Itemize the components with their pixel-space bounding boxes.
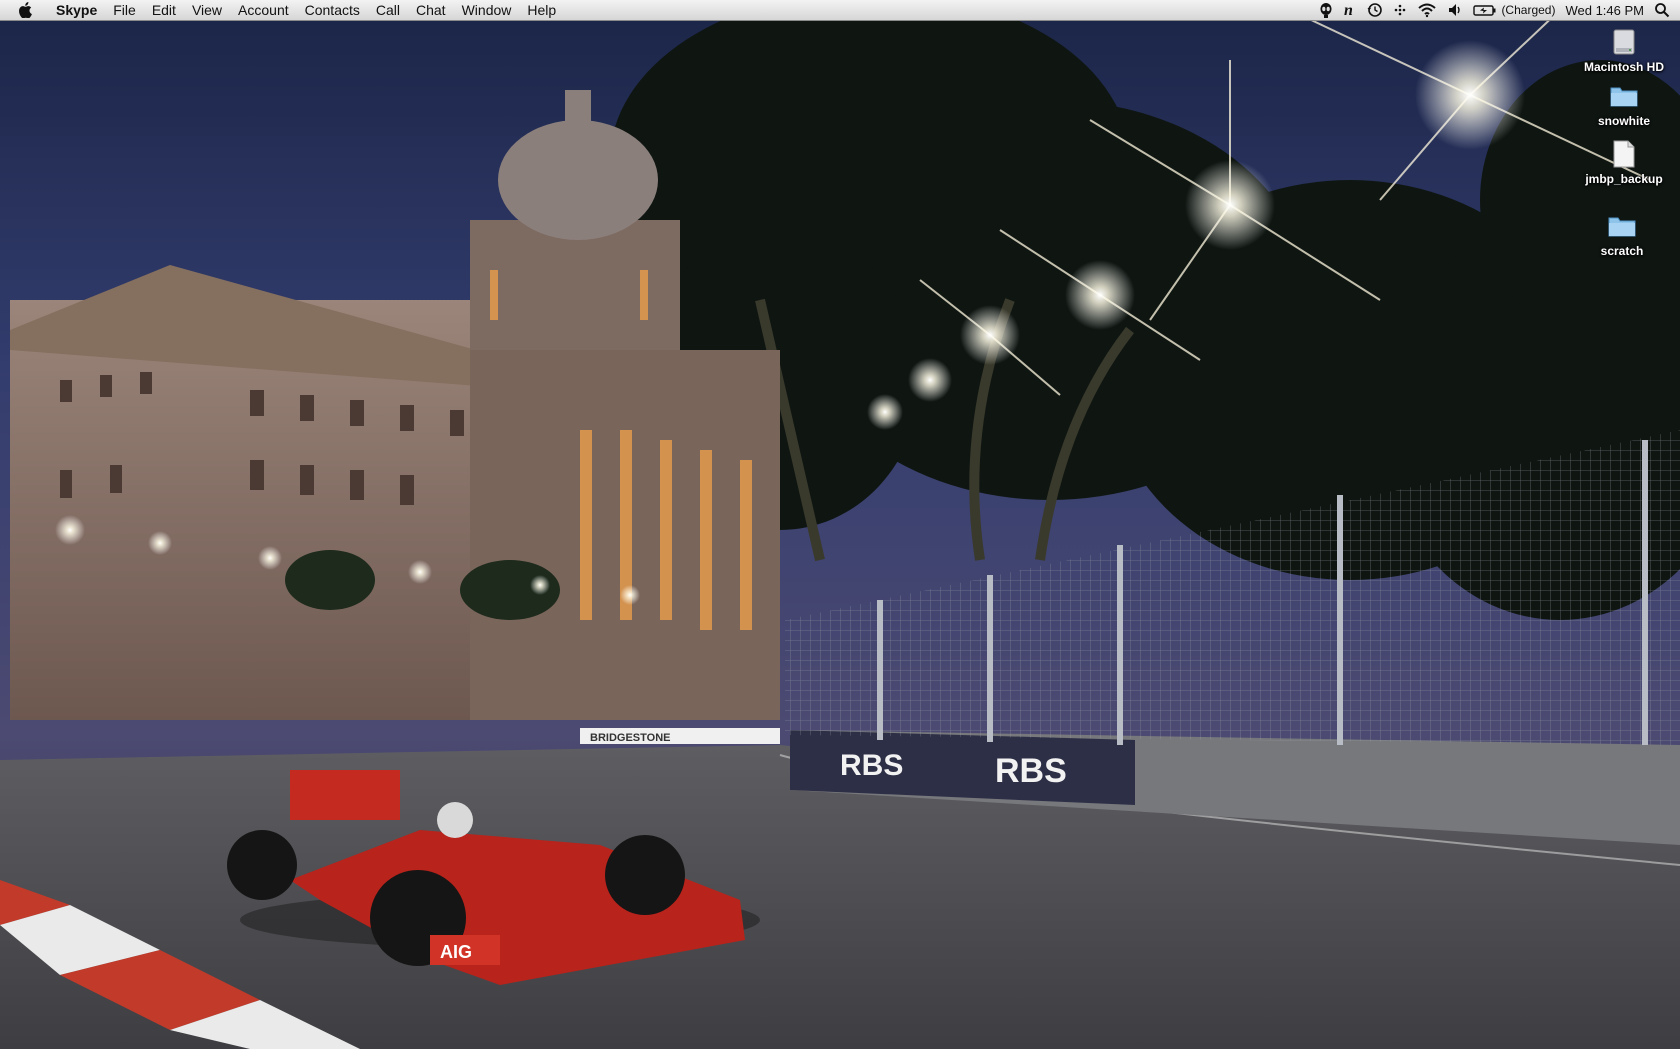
battery-icon[interactable]: (Charged) — [1473, 0, 1555, 21]
menu-file[interactable]: File — [105, 0, 144, 21]
desktop-icon-scratch[interactable]: scratch — [1567, 210, 1677, 258]
wifi-icon[interactable] — [1417, 0, 1437, 21]
battery-status-text: (Charged) — [1501, 3, 1556, 17]
apple-menu-icon[interactable] — [18, 2, 38, 18]
menu-account[interactable]: Account — [230, 0, 297, 21]
svg-text:n: n — [1344, 2, 1353, 18]
status-menus: n (Charged) Wed 1:46 PM — [1309, 0, 1680, 21]
menu-chat[interactable]: Chat — [408, 0, 454, 21]
menu-bar: Skype File Edit View Account Contacts Ca… — [0, 0, 1680, 21]
bluetooth-dots-icon[interactable] — [1393, 0, 1407, 21]
hard-drive-icon — [1608, 26, 1640, 58]
menu-edit[interactable]: Edit — [144, 0, 184, 21]
menu-app-skype[interactable]: Skype — [48, 0, 105, 21]
n-status-icon[interactable]: n — [1343, 0, 1357, 21]
desktop-icon-jmbp-backup[interactable]: jmbp_backup — [1569, 138, 1679, 186]
folder-icon — [1606, 210, 1638, 242]
menu-window[interactable]: Window — [454, 0, 520, 21]
menu-call[interactable]: Call — [368, 0, 408, 21]
desktop-wallpaper: RBS RBS BRIDGESTONE AIG — [0, 0, 1680, 1049]
document-icon — [1608, 138, 1640, 170]
desktop-icon-label: Macintosh HD — [1583, 60, 1664, 74]
desktop-icon-label: jmbp_backup — [1585, 172, 1663, 186]
desktop-icon-macintosh-hd[interactable]: Macintosh HD — [1569, 26, 1679, 74]
car-sponsor-text: AIG — [440, 942, 472, 962]
menu-contacts[interactable]: Contacts — [297, 0, 368, 21]
desktop-icon-snowhite[interactable]: snowhite — [1569, 80, 1679, 128]
trackside-sign-text: BRIDGESTONE — [590, 732, 670, 744]
desktop-icon-label: snowhite — [1597, 114, 1650, 128]
menu-clock[interactable]: Wed 1:46 PM — [1565, 0, 1644, 21]
barrier-logo-text-2: RBS — [995, 752, 1067, 790]
time-machine-icon[interactable] — [1367, 0, 1383, 21]
menu-help[interactable]: Help — [519, 0, 564, 21]
spotlight-search-icon[interactable] — [1654, 0, 1670, 21]
desktop-icon-label: scratch — [1600, 244, 1644, 258]
barrier-logo-text: RBS — [840, 749, 903, 782]
volume-icon[interactable] — [1447, 0, 1463, 21]
folder-icon — [1608, 80, 1640, 112]
menu-view[interactable]: View — [184, 0, 230, 21]
alien-status-icon[interactable] — [1319, 0, 1333, 21]
